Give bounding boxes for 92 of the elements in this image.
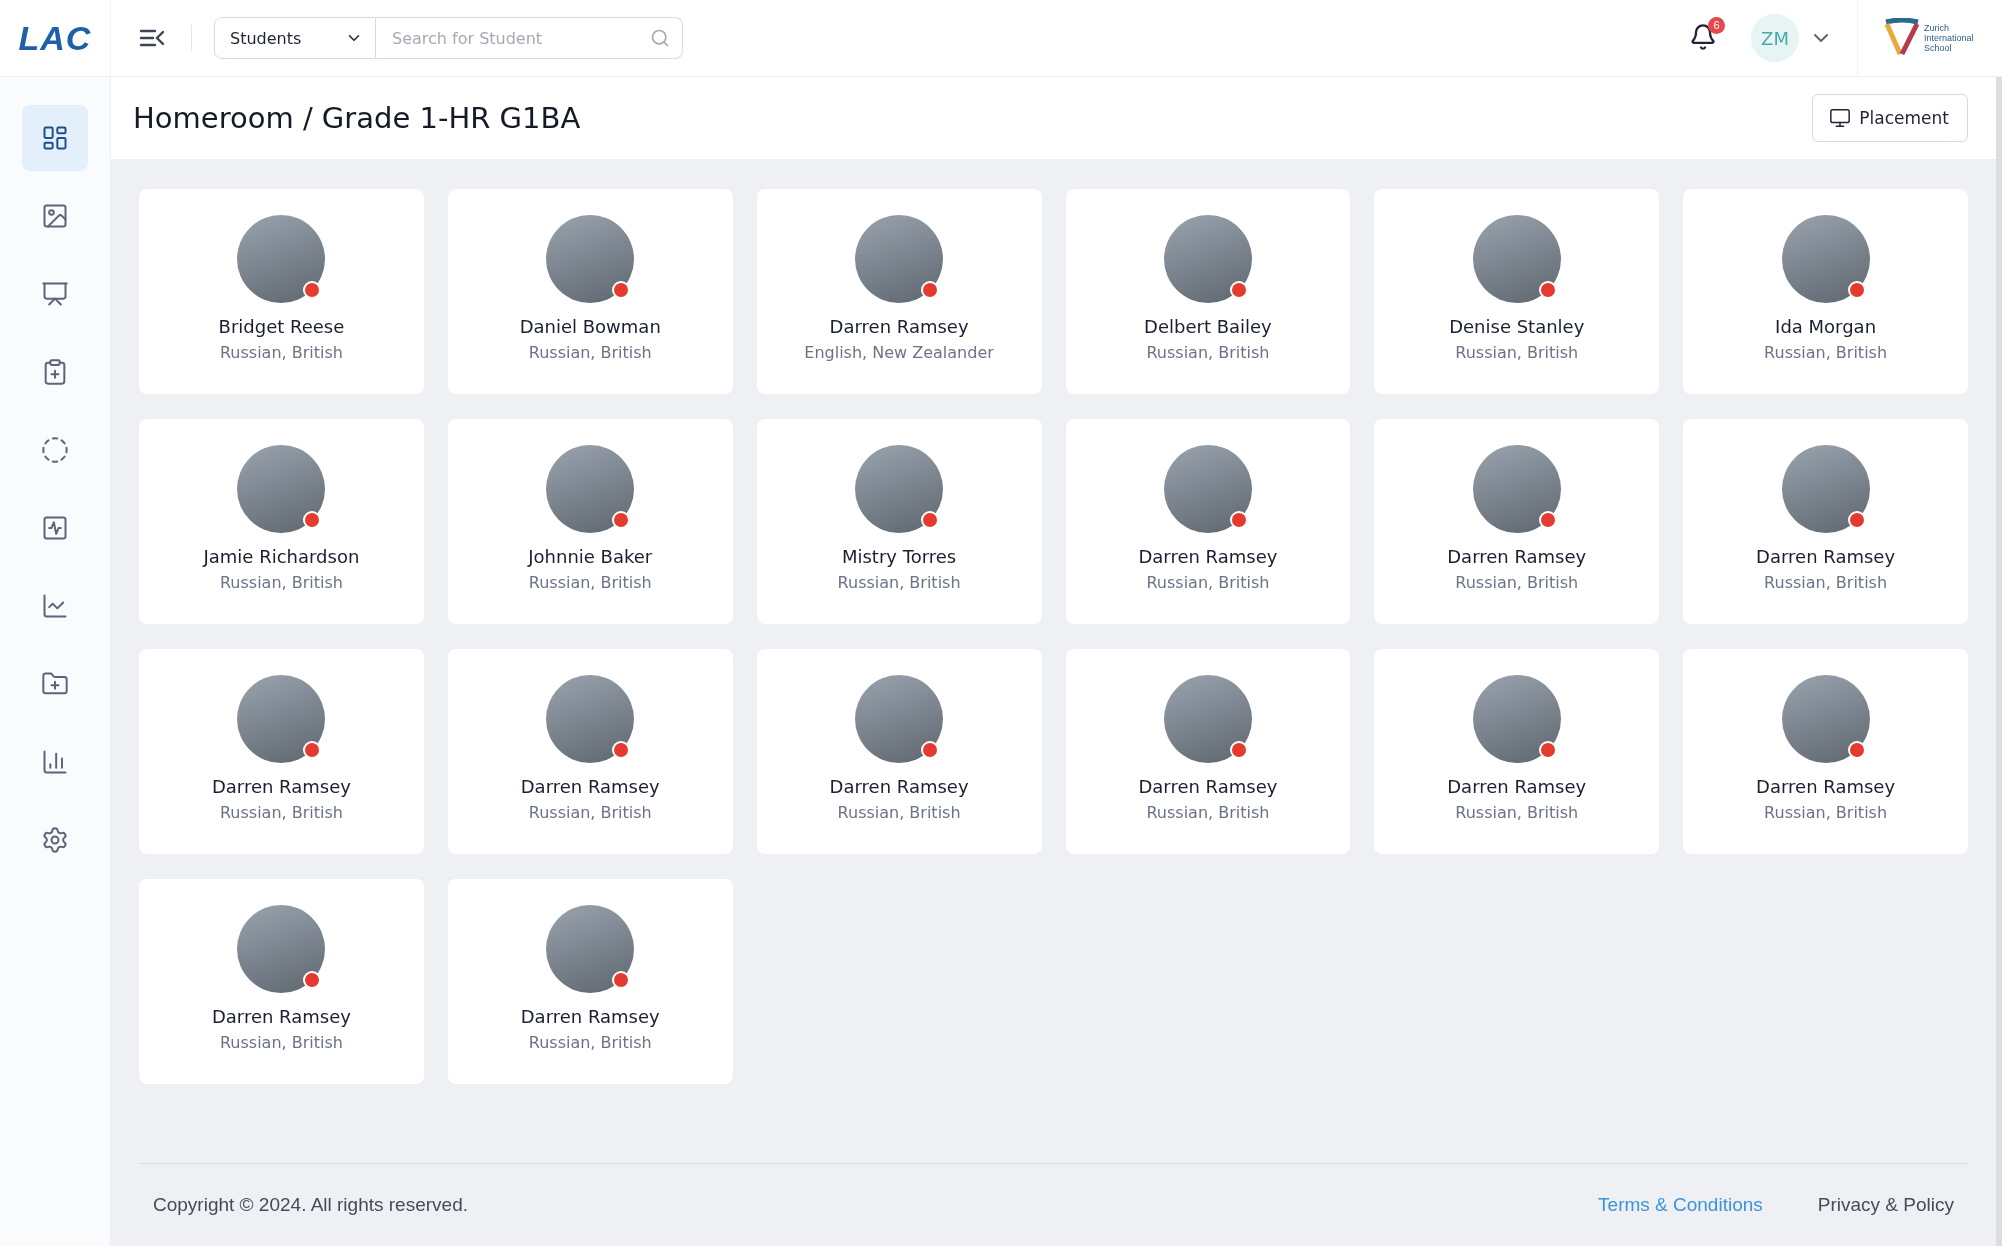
- student-name: Johnnie Baker: [528, 546, 653, 567]
- circle-icon: [41, 436, 69, 464]
- activity-icon: [41, 514, 69, 542]
- school-name: Zurich International School: [1924, 23, 1975, 53]
- student-nationality: Russian, British: [219, 803, 343, 822]
- status-dot: [303, 511, 322, 529]
- notification-count: 6: [1708, 16, 1725, 34]
- student-card[interactable]: Darren Ramsey Russian, British: [756, 649, 1042, 854]
- student-name: Delbert Bailey: [1144, 316, 1272, 337]
- student-name: Denise Stanley: [1449, 316, 1585, 337]
- student-card[interactable]: Darren Ramsey Russian, British: [1065, 649, 1351, 854]
- school-logo-icon: [1884, 18, 1920, 58]
- student-name: Mistry Torres: [841, 546, 957, 567]
- monitor-icon: [1829, 107, 1852, 129]
- dashboard-icon: [41, 124, 69, 152]
- student-nationality: Russian, British: [1455, 573, 1579, 592]
- student-card[interactable]: Darren Ramsey Russian, British: [1374, 649, 1660, 854]
- student-name: Darren Ramsey: [1138, 546, 1278, 567]
- student-card[interactable]: Darren Ramsey Russian, British: [139, 649, 424, 854]
- student-card[interactable]: Mistry Torres Russian, British: [756, 419, 1042, 624]
- student-nationality: Russian, British: [1764, 803, 1888, 822]
- student-name: Jamie Richardson: [203, 546, 360, 567]
- student-name: Darren Ramsey: [520, 1006, 660, 1027]
- student-nationality: Russian, British: [528, 803, 652, 822]
- student-card[interactable]: Darren Ramsey Russian, British: [1683, 649, 1968, 854]
- student-card[interactable]: Darren Ramsey Russian, British: [139, 879, 424, 1084]
- student-name: Darren Ramsey: [1447, 546, 1587, 567]
- page-title: Homeroom / Grade 1-HR G1BA: [133, 101, 581, 135]
- student-nationality: Russian, British: [219, 343, 343, 362]
- category-dropdown[interactable]: Students: [214, 17, 376, 59]
- student-nationality: Russian, British: [219, 573, 343, 592]
- student-name: Darren Ramsey: [520, 776, 660, 797]
- logo: LAC: [18, 18, 92, 58]
- student-card[interactable]: Darren Ramsey Russian, British: [1065, 419, 1351, 624]
- status-dot: [921, 281, 940, 299]
- student-name: Daniel Bowman: [519, 316, 661, 337]
- status-dot: [303, 741, 322, 759]
- status-dot: [612, 511, 631, 529]
- student-card[interactable]: Darren Ramsey Russian, British: [1374, 419, 1660, 624]
- copyright-text: Copyright © 2024. All rights reserved.: [153, 1194, 468, 1216]
- bar-chart-icon: [41, 748, 69, 776]
- student-name: Bridget Reese: [218, 316, 345, 337]
- student-name: Ida Morgan: [1775, 316, 1877, 337]
- placement-button[interactable]: Placement: [1812, 94, 1968, 142]
- student-name: Darren Ramsey: [211, 1006, 351, 1027]
- student-nationality: Russian, British: [837, 803, 961, 822]
- student-name: Darren Ramsey: [211, 776, 351, 797]
- student-name: Darren Ramsey: [829, 776, 969, 797]
- student-name: Darren Ramsey: [829, 316, 969, 337]
- student-nationality: Russian, British: [1455, 803, 1579, 822]
- student-nationality: Russian, British: [1764, 343, 1888, 362]
- student-card[interactable]: Jamie Richardson Russian, British: [139, 419, 424, 624]
- search-icon: [650, 28, 670, 48]
- student-card[interactable]: Daniel Bowman Russian, British: [447, 189, 733, 394]
- line-chart-icon: [41, 592, 69, 620]
- student-card[interactable]: Johnnie Baker Russian, British: [447, 419, 733, 624]
- student-name: Darren Ramsey: [1447, 776, 1587, 797]
- student-name: Darren Ramsey: [1756, 776, 1896, 797]
- student-nationality: Russian, British: [1764, 573, 1888, 592]
- student-nationality: Russian, British: [1146, 573, 1270, 592]
- student-nationality: Russian, British: [1146, 803, 1270, 822]
- status-dot: [921, 741, 940, 759]
- student-card[interactable]: Darren Ramsey English, New Zealander: [756, 189, 1042, 394]
- student-card[interactable]: Bridget Reese Russian, British: [139, 189, 424, 394]
- student-nationality: Russian, British: [219, 1033, 343, 1052]
- status-dot: [612, 971, 631, 989]
- student-card[interactable]: Delbert Bailey Russian, British: [1065, 189, 1351, 394]
- student-card[interactable]: Darren Ramsey Russian, British: [1683, 419, 1968, 624]
- image-icon: [41, 202, 69, 230]
- status-dot: [612, 281, 631, 299]
- student-nationality: Russian, British: [1455, 343, 1579, 362]
- settings-icon: [41, 826, 69, 854]
- student-nationality: Russian, British: [528, 573, 652, 592]
- student-name: Darren Ramsey: [1138, 776, 1278, 797]
- student-name: Darren Ramsey: [1756, 546, 1896, 567]
- sidebar-item[interactable]: [22, 105, 88, 171]
- student-nationality: Russian, British: [837, 573, 961, 592]
- student-nationality: English, New Zealander: [804, 343, 994, 362]
- student-nationality: Russian, British: [528, 343, 652, 362]
- status-dot: [612, 741, 631, 759]
- presentation-icon: [41, 280, 69, 308]
- student-card[interactable]: Ida Morgan Russian, British: [1683, 189, 1968, 394]
- status-dot: [303, 281, 322, 299]
- student-nationality: Russian, British: [1146, 343, 1270, 362]
- student-card[interactable]: Darren Ramsey Russian, British: [447, 879, 733, 1084]
- status-dot: [921, 511, 940, 529]
- student-card[interactable]: Darren Ramsey Russian, British: [447, 649, 733, 854]
- student-nationality: Russian, British: [528, 1033, 652, 1052]
- footer-link[interactable]: Privacy & Policy: [1817, 1194, 1954, 1216]
- student-card[interactable]: Denise Stanley Russian, British: [1374, 189, 1660, 394]
- status-dot: [303, 971, 322, 989]
- search-field[interactable]: Search for Student: [376, 17, 683, 59]
